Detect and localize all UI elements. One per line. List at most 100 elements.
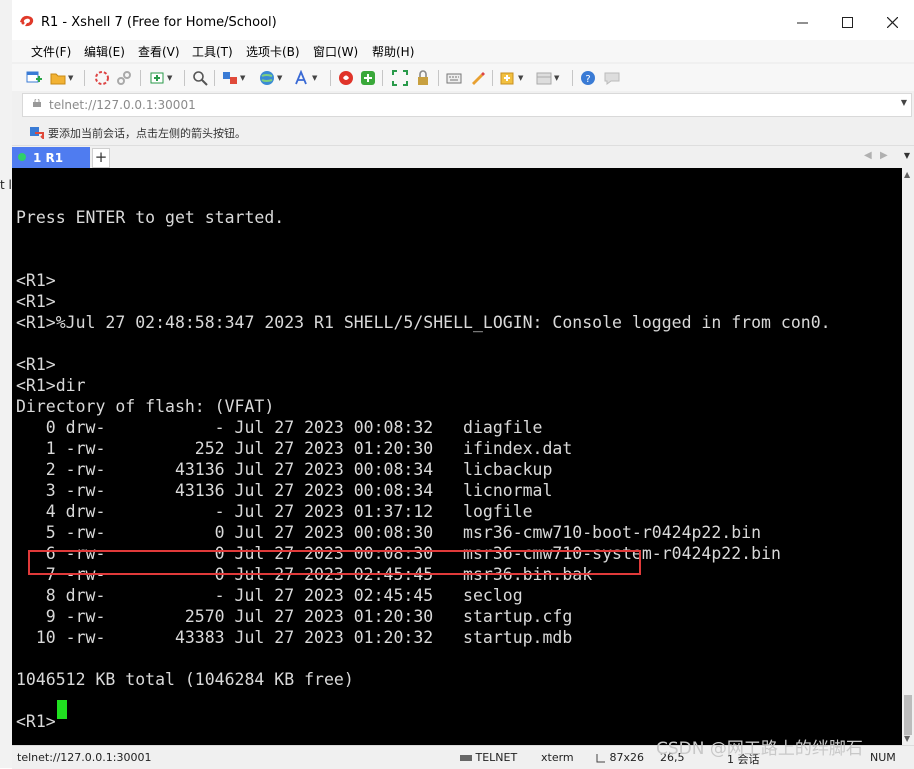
terminal-line: <R1>dir (16, 376, 86, 395)
title-bar[interactable]: R1 - Xshell 7 (Free for Home/School) (12, 0, 914, 40)
menu-tabs[interactable]: 选项卡(B) (246, 43, 300, 60)
menu-view[interactable]: 查看(V) (138, 43, 180, 60)
fullscreen-icon (392, 69, 408, 86)
terminal-line: Directory of flash: (VFAT) (16, 397, 275, 416)
folder-icon (50, 73, 66, 84)
resize-icon (596, 754, 605, 763)
keyboard-icon (446, 73, 462, 83)
highlight-button[interactable] (469, 69, 485, 86)
toolbar-separator (214, 70, 215, 86)
chevron-down-icon: ▼ (167, 73, 173, 82)
help-button[interactable]: ? (580, 69, 596, 86)
chevron-down-icon[interactable]: ▼ (901, 98, 907, 107)
scrollbar-thumb[interactable] (904, 695, 912, 735)
status-size-label: 87x26 (609, 751, 645, 764)
add-session-arrow-icon[interactable] (30, 125, 44, 139)
menu-help[interactable]: 帮助(H) (372, 43, 414, 60)
terminal-screen[interactable]: Press ENTER to get started. <R1> <R1> <R1>%… (12, 168, 902, 745)
maximize-icon (841, 16, 853, 28)
session-tip-bar: 要添加当前会话，点击左侧的箭头按钮。 (12, 119, 914, 146)
layout-icon (536, 72, 552, 84)
xshell-logo-icon (20, 15, 34, 27)
globe-icon (260, 70, 274, 85)
layout-button[interactable]: ▼ (536, 69, 559, 86)
terminal-line: <R1> (16, 712, 56, 731)
lock-button[interactable] (415, 69, 431, 86)
find-button[interactable] (192, 69, 208, 86)
menu-edit[interactable]: 编辑(E) (84, 43, 125, 60)
menu-file[interactable]: 文件(F) (31, 43, 71, 60)
connect-button[interactable] (94, 69, 110, 86)
terminal-line: 3 -rw- 43136 Jul 27 2023 00:08:34 licnor… (16, 481, 553, 500)
toolbar-separator (438, 70, 439, 86)
terminal-line: Press ENTER to get started. (16, 208, 285, 227)
status-size: 87x26 (596, 751, 644, 764)
fullscreen-button[interactable] (392, 69, 408, 86)
search-icon (193, 70, 208, 86)
scroll-up-icon[interactable]: ▲ (904, 170, 910, 179)
terminal-line: 5 -rw- 0 Jul 27 2023 00:08:30 msr36-cmw7… (16, 523, 762, 542)
xshell-window: R1 - Xshell 7 (Free for Home/School) 文件(… (12, 0, 914, 769)
open-session-button[interactable]: ▼ (50, 69, 73, 86)
tab-bar: 1 R1 + ◀ ▶ ▼ (12, 146, 914, 169)
terminal-line: 10 -rw- 43383 Jul 27 2023 01:20:32 start… (16, 628, 573, 647)
new-session-icon (26, 71, 42, 82)
minimize-button[interactable] (782, 8, 822, 36)
status-connection: telnet://127.0.0.1:30001 (17, 751, 152, 764)
network-icon (460, 755, 472, 761)
terminal-line: 9 -rw- 2570 Jul 27 2023 01:20:30 startup… (16, 607, 573, 626)
disconnect-button[interactable] (116, 69, 132, 86)
tip-text: 要添加当前会话，点击左侧的箭头按钮。 (48, 127, 246, 140)
menu-tools[interactable]: 工具(T) (192, 43, 233, 60)
new-tab-button[interactable]: ▼ (500, 69, 523, 86)
chevron-down-icon: ▼ (68, 73, 74, 82)
tab-scroll-right-icon[interactable]: ▶ (880, 150, 888, 161)
svg-text:?: ? (585, 74, 590, 85)
toolbar-separator (492, 70, 493, 86)
xshell-button[interactable] (338, 69, 354, 86)
new-session-button[interactable] (26, 69, 42, 86)
toolbar-separator (140, 70, 141, 86)
status-protocol-label: TELNET (475, 751, 518, 764)
close-icon (886, 16, 898, 28)
terminal-line: <R1> (16, 271, 56, 290)
terminal-line: 4 drw- - Jul 27 2023 01:37:12 logfile (16, 502, 533, 521)
terminal-scrollbar[interactable]: ▲ ▼ (902, 168, 914, 745)
terminal-line: 0 drw- - Jul 27 2023 00:08:32 diagfile (16, 418, 543, 437)
keyboard-button[interactable] (446, 69, 462, 86)
tab-list-icon[interactable]: ▼ (904, 151, 910, 160)
chat-button[interactable] (604, 69, 620, 86)
toolbar-separator (572, 70, 573, 86)
add-tab-icon (500, 72, 514, 84)
chevron-down-icon: ▼ (312, 73, 318, 82)
status-protocol: TELNET (460, 751, 517, 764)
add-tab-button[interactable]: + (92, 148, 110, 168)
tab-scroll-left-icon[interactable]: ◀ (864, 150, 872, 161)
xftp-green-icon (361, 70, 375, 85)
close-button[interactable] (872, 8, 912, 36)
scroll-down-icon[interactable]: ▼ (904, 734, 910, 743)
session-properties-button[interactable]: ▼ (222, 69, 245, 86)
toolbar-separator (382, 70, 383, 86)
terminal-line: 1 -rw- 252 Jul 27 2023 01:20:30 ifindex.… (16, 439, 573, 458)
tab-r1[interactable]: 1 R1 (12, 147, 90, 169)
menu-bar: 文件(F) 编辑(E) 查看(V) 工具(T) 选项卡(B) 窗口(W) 帮助(… (12, 40, 914, 62)
menu-window[interactable]: 窗口(W) (313, 43, 358, 60)
connection-status-icon (18, 153, 26, 161)
reconnect-button[interactable]: ▼ (149, 69, 172, 86)
maximize-button[interactable] (827, 8, 867, 36)
properties-icon (223, 71, 237, 84)
status-numlock: NUM (870, 751, 896, 764)
font-button[interactable]: ▼ (294, 69, 317, 86)
pen-icon (472, 71, 485, 85)
terminal-line: 1046512 KB total (1046284 KB free) (16, 670, 354, 689)
chevron-down-icon: ▼ (277, 73, 283, 82)
address-bar[interactable]: telnet://127.0.0.1:30001 ▼ (22, 93, 912, 117)
toolbar-separator (84, 70, 85, 86)
globe-button[interactable]: ▼ (259, 69, 282, 86)
font-icon (295, 69, 307, 84)
toolbar-separator (184, 70, 185, 86)
xftp-button[interactable] (360, 69, 376, 86)
address-input[interactable]: telnet://127.0.0.1:30001 (49, 98, 196, 112)
chevron-down-icon: ▼ (240, 73, 246, 82)
